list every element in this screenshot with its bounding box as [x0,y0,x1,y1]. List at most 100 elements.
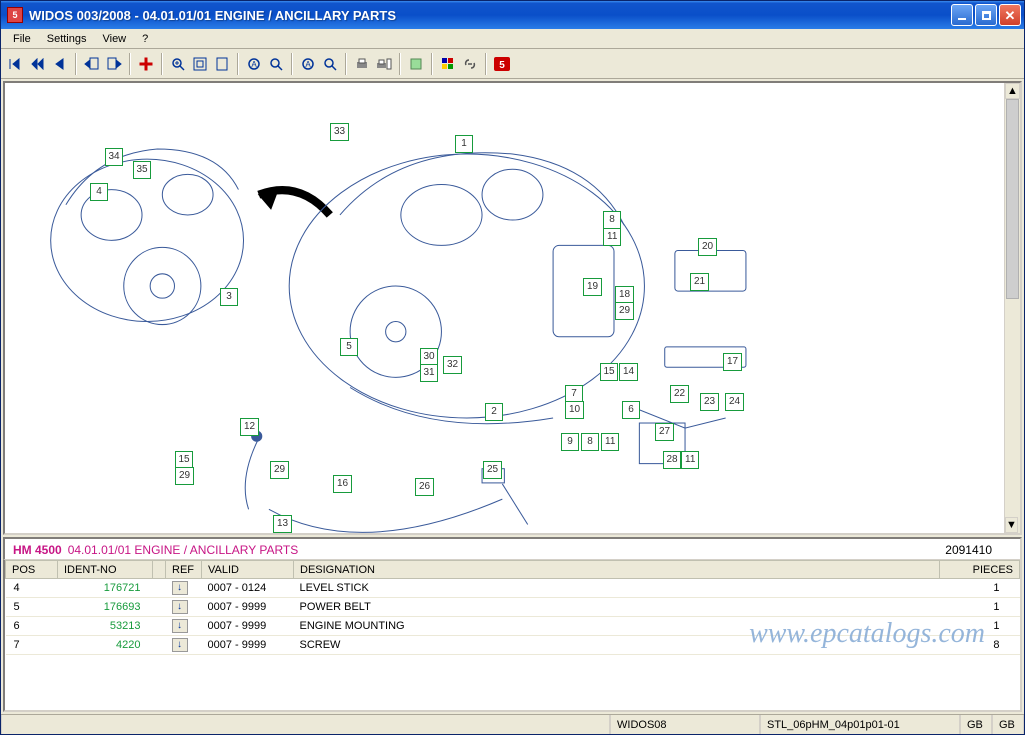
callout-11[interactable]: 11 [681,451,699,469]
callout-14[interactable]: 14 [619,363,638,381]
ref-down-icon[interactable]: ↓ [172,600,188,614]
cell-ref[interactable]: ↓ [166,636,202,655]
search-ring-icon[interactable] [265,53,287,75]
callout-25[interactable]: 25 [483,461,502,479]
ref-down-icon[interactable]: ↓ [172,638,188,652]
scroll-down-icon[interactable]: ▼ [1005,517,1018,533]
col-designation[interactable]: DESIGNATION [294,561,940,579]
callout-8[interactable]: 8 [603,211,621,229]
separator [237,53,239,75]
menu-file[interactable]: File [5,31,39,47]
cell-valid: 0007 - 9999 [202,598,294,617]
callout-3[interactable]: 3 [220,288,238,306]
menu-settings[interactable]: Settings [39,31,95,47]
print-all-icon[interactable] [373,53,395,75]
callout-29[interactable]: 29 [270,461,289,479]
table-row[interactable]: 653213↓0007 - 9999ENGINE MOUNTING1 [6,617,1020,636]
callout-9[interactable]: 9 [561,433,579,451]
callout-26[interactable]: 26 [415,478,434,496]
callout-17[interactable]: 17 [723,353,742,371]
callout-33[interactable]: 33 [330,123,349,141]
callout-34[interactable]: 34 [105,148,123,166]
first-icon[interactable] [5,53,27,75]
callout-22[interactable]: 22 [670,385,689,403]
callout-11[interactable]: 11 [601,433,619,451]
separator [485,53,487,75]
menu-view[interactable]: View [94,31,134,47]
note-icon[interactable] [405,53,427,75]
callout-29[interactable]: 29 [175,467,194,485]
statusbar: WIDOS08 STL_06pHM_04p01p01-01 GB GB [1,714,1024,734]
prev-icon[interactable] [49,53,71,75]
zoom-icon[interactable] [167,53,189,75]
callout-5[interactable]: 5 [340,338,358,356]
separator [399,53,401,75]
close-button[interactable]: ✕ [999,4,1021,26]
col-ref[interactable]: REF [166,561,202,579]
link-icon[interactable] [459,53,481,75]
cell-pos: 6 [6,617,58,636]
flag-icon[interactable] [437,53,459,75]
cell-ref[interactable]: ↓ [166,617,202,636]
maximize-button[interactable] [975,4,997,26]
cell-ident: 4220 [58,636,153,655]
callout-8[interactable]: 8 [581,433,599,451]
table-row[interactable]: 5176693↓0007 - 9999POWER BELT1 [6,598,1020,617]
callout-24[interactable]: 24 [725,393,744,411]
diagram-pane[interactable]: 3313435438112019182921530313217151422232… [3,81,1022,535]
callout-29[interactable]: 29 [615,302,634,320]
parts-table[interactable]: POS IDENT-NO REF VALID DESIGNATION PIECE… [3,559,1022,712]
col-ident[interactable]: IDENT-NO [58,561,153,579]
model-label: HM 4500 [13,543,62,557]
callout-12[interactable]: 12 [240,418,259,436]
cell-designation: LEVEL STICK [294,579,940,598]
cell-ref[interactable]: ↓ [166,579,202,598]
callout-10[interactable]: 10 [565,401,584,419]
callout-19[interactable]: 19 [583,278,602,296]
prev-fast-icon[interactable] [27,53,49,75]
callout-27[interactable]: 27 [655,423,674,441]
callout-2[interactable]: 2 [485,403,503,421]
callout-23[interactable]: 23 [700,393,719,411]
col-pieces[interactable]: PIECES [940,561,1020,579]
vertical-scrollbar[interactable]: ▲ ▼ [1004,83,1020,533]
scroll-thumb[interactable] [1006,99,1019,299]
callout-11[interactable]: 11 [603,228,621,246]
doc-fwd-icon[interactable] [103,53,125,75]
fit-icon[interactable] [189,53,211,75]
cell-pieces: 8 [940,636,1020,655]
red-cross-icon[interactable] [135,53,157,75]
menu-help[interactable]: ? [134,31,156,47]
callout-4[interactable]: 4 [90,183,108,201]
callout-35[interactable]: 35 [133,161,151,179]
cell-ref[interactable]: ↓ [166,598,202,617]
col-blank[interactable] [153,561,166,579]
ref-down-icon[interactable]: ↓ [172,619,188,633]
table-row[interactable]: 4176721↓0007 - 0124LEVEL STICK1 [6,579,1020,598]
col-pos[interactable]: POS [6,561,58,579]
cell-pieces: 1 [940,579,1020,598]
callout-31[interactable]: 31 [420,364,438,382]
search-ring2-icon[interactable] [319,53,341,75]
callout-28[interactable]: 28 [663,451,681,469]
print-icon[interactable] [351,53,373,75]
doc-back-icon[interactable] [81,53,103,75]
callout-21[interactable]: 21 [690,273,709,291]
b5-icon[interactable]: 5 [491,53,513,75]
ring-a-icon[interactable]: A [243,53,265,75]
page-icon[interactable] [211,53,233,75]
callout-16[interactable]: 16 [333,475,352,493]
ring-b-icon[interactable]: A [297,53,319,75]
table-row[interactable]: 74220↓0007 - 9999SCREW8 [6,636,1020,655]
callout-6[interactable]: 6 [622,401,640,419]
callout-13[interactable]: 13 [273,515,292,533]
callout-20[interactable]: 20 [698,238,717,256]
callout-1[interactable]: 1 [455,135,473,153]
status-empty [1,715,610,734]
col-valid[interactable]: VALID [202,561,294,579]
scroll-up-icon[interactable]: ▲ [1005,83,1020,99]
callout-32[interactable]: 32 [443,356,462,374]
callout-15[interactable]: 15 [600,363,618,381]
minimize-button[interactable] [951,4,973,26]
ref-down-icon[interactable]: ↓ [172,581,188,595]
